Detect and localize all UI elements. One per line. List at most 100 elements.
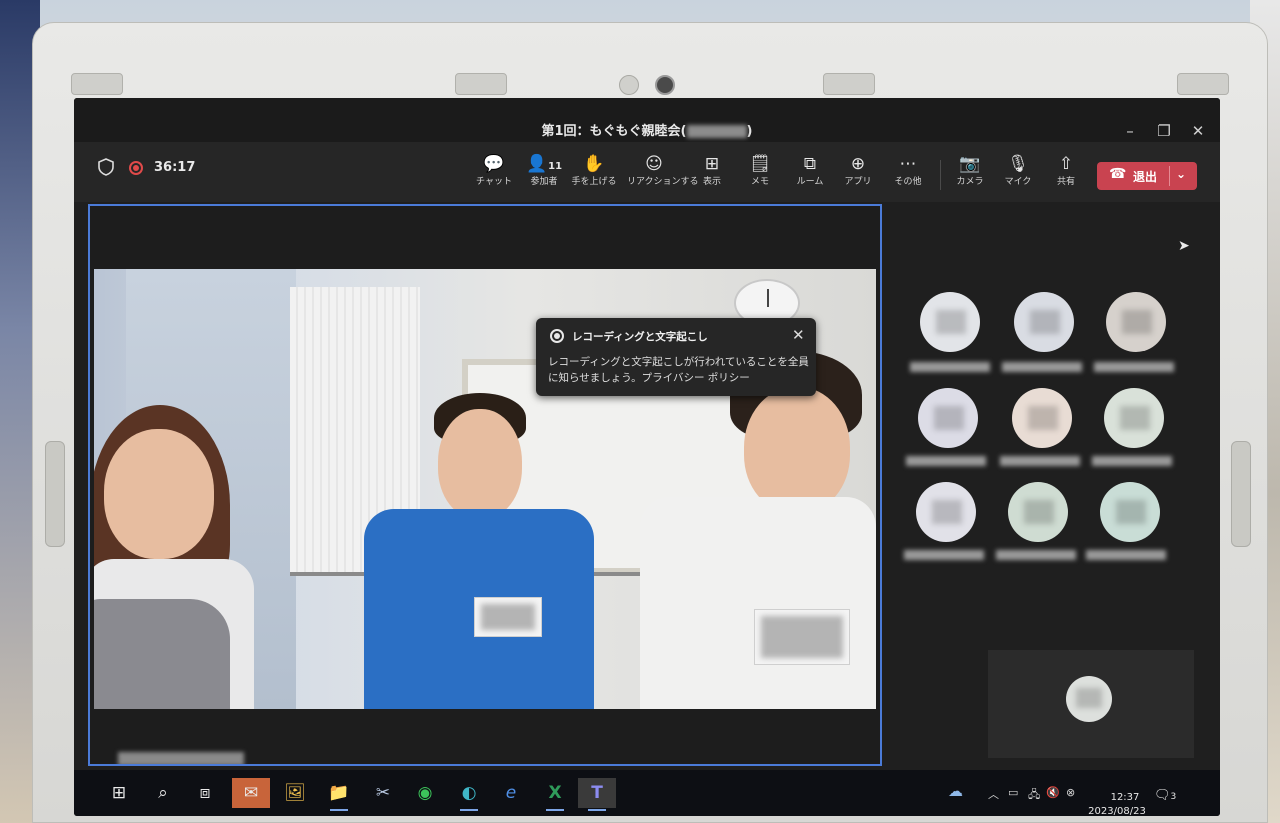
task-view-icon[interactable]: ⧈ bbox=[186, 778, 224, 808]
chat-button[interactable]: 💬 チャット bbox=[468, 152, 520, 188]
camera-icon: 📷 bbox=[959, 154, 981, 174]
bezel-latch-center-right bbox=[823, 73, 875, 95]
reactions-label: リアクションする bbox=[627, 177, 699, 187]
chat-icon: 💬 bbox=[483, 154, 505, 174]
participants-label: 参加者 bbox=[530, 177, 558, 187]
participant-avatar[interactable] bbox=[916, 482, 976, 542]
edge-icon[interactable]: ◐ bbox=[450, 778, 488, 811]
leave-button[interactable]: ☎ 退出 ⌄ bbox=[1097, 162, 1197, 190]
participant-avatar[interactable] bbox=[1012, 388, 1072, 448]
chat-label: チャット bbox=[476, 177, 512, 187]
mic-button[interactable]: 🎙 マイク bbox=[992, 152, 1044, 188]
notification-center-icon[interactable]: 🗨3 bbox=[1154, 788, 1176, 803]
mic-off-icon: 🎙 bbox=[1007, 154, 1029, 174]
right-man-name-tag bbox=[754, 609, 850, 665]
chevron-down-icon[interactable]: ⌄ bbox=[1176, 167, 1186, 181]
bezel-side-left bbox=[45, 441, 65, 547]
meeting-toolbar: 36:17 💬 チャット 👤11 参加者 ✋ 手を上げる ☺ リアクションする … bbox=[74, 142, 1220, 202]
leave-label: 退出 bbox=[1133, 170, 1158, 184]
raise-hand-label: 手を上げる bbox=[571, 177, 617, 187]
search-icon[interactable]: ⌕ bbox=[144, 778, 182, 808]
windows-taskbar: ⊞ ⌕ ⧈ ✉ 🖼 📁 ✂ ◉ ◐ e X T ☁ ︿ ▭ 🖧 🔇 ⊗ bbox=[74, 770, 1220, 816]
camera-button[interactable]: 📷 カメラ bbox=[944, 152, 996, 188]
redacted-participant-name bbox=[906, 456, 986, 466]
bezel-latch-center-left bbox=[455, 73, 507, 95]
apps-icon: ⊕ bbox=[850, 154, 866, 174]
pinned-video-stage[interactable]: レコーディングと文字起こし ✕ レコーディングと文字起こしが行われていることを全… bbox=[88, 204, 882, 766]
right-man-work-jacket bbox=[640, 497, 876, 709]
participant-avatar[interactable] bbox=[918, 388, 978, 448]
rooms-button[interactable]: ⧉ ルーム bbox=[784, 152, 836, 188]
notes-button[interactable]: 🗒 メモ bbox=[734, 152, 786, 188]
excel-icon[interactable]: X bbox=[536, 778, 574, 811]
participant-avatar[interactable] bbox=[920, 292, 980, 352]
network-icon[interactable]: 🖧 bbox=[1028, 786, 1040, 805]
status-x-icon[interactable]: ⊗ bbox=[1066, 786, 1075, 799]
recording-notice-banner: レコーディングと文字起こし ✕ レコーディングと文字起こしが行われていることを全… bbox=[536, 318, 816, 396]
maximize-button[interactable]: ❐ bbox=[1152, 122, 1176, 140]
internet-explorer-icon[interactable]: e bbox=[492, 778, 530, 808]
view-label: 表示 bbox=[702, 177, 721, 187]
more-icon: ⋯ bbox=[899, 154, 917, 174]
meeting-title-suffix: ) bbox=[746, 124, 753, 139]
participant-count: 11 bbox=[548, 161, 563, 172]
teams-meeting-screen: 第1回：もぐもぐ親睦会() – ❐ ✕ 36:17 💬 チャット 👤11 参加者… bbox=[74, 98, 1220, 816]
mic-label: マイク bbox=[1004, 177, 1032, 187]
participant-avatar[interactable] bbox=[1104, 388, 1164, 448]
redacted-participant-name bbox=[910, 362, 990, 372]
battery-icon[interactable]: ▭ bbox=[1008, 786, 1018, 799]
view-button[interactable]: ⊞ 表示 bbox=[686, 152, 738, 188]
outlook-icon[interactable]: ✉ bbox=[232, 778, 270, 808]
participant-avatar[interactable] bbox=[1008, 482, 1068, 542]
photos-icon[interactable]: 🖼 bbox=[276, 778, 314, 808]
participant-avatar[interactable] bbox=[1014, 292, 1074, 352]
close-icon[interactable]: ✕ bbox=[792, 326, 805, 344]
woman-face bbox=[104, 429, 214, 559]
file-explorer-icon[interactable]: 📁 bbox=[320, 778, 358, 811]
reactions-button[interactable]: ☺ リアクションする bbox=[627, 152, 699, 188]
taskbar-date[interactable]: 2023/08/23 bbox=[1082, 806, 1152, 816]
share-button[interactable]: ⇧ 共有 bbox=[1040, 152, 1092, 188]
teams-icon[interactable]: T bbox=[578, 778, 616, 811]
bezel-latch-left bbox=[71, 73, 123, 95]
camera-label: カメラ bbox=[956, 177, 984, 187]
volume-muted-icon[interactable]: 🔇 bbox=[1046, 786, 1060, 799]
raise-hand-icon: ✋ bbox=[583, 154, 605, 174]
mouse-pointer-icon: ➤ bbox=[1178, 238, 1190, 254]
shield-icon bbox=[98, 158, 114, 176]
ir-sensor bbox=[619, 75, 639, 95]
more-label: その他 bbox=[894, 177, 922, 187]
taskbar-time[interactable]: 12:37 bbox=[1100, 792, 1150, 803]
reaction-icon: ☺ bbox=[645, 154, 663, 174]
apps-label: アプリ bbox=[844, 177, 872, 187]
onedrive-icon[interactable]: ☁ bbox=[948, 782, 963, 800]
redacted-participant-name bbox=[1002, 362, 1082, 372]
recording-icon bbox=[550, 329, 564, 343]
webcam-lens bbox=[655, 75, 675, 95]
windows-start-icon[interactable]: ⊞ bbox=[100, 778, 138, 808]
meeting-title-text: 第1回：もぐもぐ親睦会( bbox=[541, 124, 687, 139]
apps-button[interactable]: ⊕ アプリ bbox=[832, 152, 884, 188]
bezel-latch-right bbox=[1177, 73, 1229, 95]
notification-count: 3 bbox=[1170, 792, 1177, 802]
participant-avatar[interactable] bbox=[1106, 292, 1166, 352]
chevron-up-icon[interactable]: ︿ bbox=[988, 786, 999, 802]
notes-label: メモ bbox=[750, 177, 769, 187]
line-app-icon[interactable]: ◉ bbox=[406, 778, 444, 808]
share-label: 共有 bbox=[1056, 177, 1075, 187]
minimize-button[interactable]: – bbox=[1118, 122, 1142, 140]
self-avatar bbox=[1066, 676, 1112, 722]
participants-button[interactable]: 👤11 参加者 bbox=[518, 152, 570, 188]
view-icon: ⊞ bbox=[704, 154, 720, 174]
notice-message: レコーディングと文字起こしが行われていることを全員に知らせましょう。プライバシー… bbox=[548, 356, 809, 384]
notice-title: レコーディングと文字起こし bbox=[572, 331, 708, 343]
snipping-tool-icon[interactable]: ✂ bbox=[364, 778, 402, 808]
more-button[interactable]: ⋯ その他 bbox=[882, 152, 934, 188]
leave-divider bbox=[1169, 166, 1170, 186]
meeting-title: 第1回：もぐもぐ親睦会() bbox=[74, 120, 1220, 139]
close-window-button[interactable]: ✕ bbox=[1186, 122, 1210, 140]
participant-avatar[interactable] bbox=[1100, 482, 1160, 542]
raise-hand-button[interactable]: ✋ 手を上げる bbox=[568, 152, 620, 188]
self-view-tile[interactable] bbox=[988, 650, 1194, 758]
share-icon: ⇧ bbox=[1058, 154, 1074, 174]
